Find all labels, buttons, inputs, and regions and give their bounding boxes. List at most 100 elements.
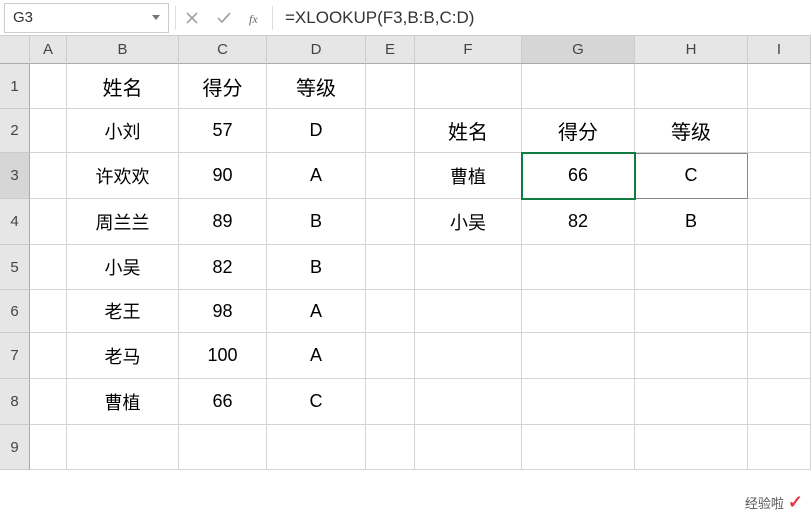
cell-B9[interactable]	[67, 425, 179, 470]
row-header-9[interactable]: 9	[0, 425, 30, 470]
cell-D1[interactable]: 等级	[267, 64, 366, 109]
cell-B3[interactable]: 许欢欢	[67, 153, 179, 199]
cell-H3[interactable]: C	[635, 153, 748, 199]
cell-I2[interactable]	[748, 109, 811, 153]
cell-F6[interactable]	[415, 290, 522, 333]
cell-G9[interactable]	[522, 425, 635, 470]
cell-I7[interactable]	[748, 333, 811, 379]
cell-G1[interactable]	[522, 64, 635, 109]
cell-B2[interactable]: 小刘	[67, 109, 179, 153]
cell-G6[interactable]	[522, 290, 635, 333]
cell-D4[interactable]: B	[267, 199, 366, 245]
cell-D6[interactable]: A	[267, 290, 366, 333]
col-header-G[interactable]: G	[522, 36, 635, 64]
cell-D5[interactable]: B	[267, 245, 366, 290]
fx-icon[interactable]: fx	[246, 8, 266, 28]
row-header-4[interactable]: 4	[0, 199, 30, 245]
cell-H4[interactable]: B	[635, 199, 748, 245]
cell-D8[interactable]: C	[267, 379, 366, 425]
cell-A2[interactable]	[30, 109, 67, 153]
col-header-I[interactable]: I	[748, 36, 811, 64]
cell-G5[interactable]	[522, 245, 635, 290]
cell-H1[interactable]	[635, 64, 748, 109]
cell-H8[interactable]	[635, 379, 748, 425]
cell-C2[interactable]: 57	[179, 109, 267, 153]
cell-B6[interactable]: 老王	[67, 290, 179, 333]
cell-B1[interactable]: 姓名	[67, 64, 179, 109]
cell-I8[interactable]	[748, 379, 811, 425]
row-header-8[interactable]: 8	[0, 379, 30, 425]
row-header-7[interactable]: 7	[0, 333, 30, 379]
cell-E3[interactable]	[366, 153, 415, 199]
cell-H7[interactable]	[635, 333, 748, 379]
cell-C5[interactable]: 82	[179, 245, 267, 290]
cell-A1[interactable]	[30, 64, 67, 109]
cell-A7[interactable]	[30, 333, 67, 379]
cell-I1[interactable]	[748, 64, 811, 109]
cell-A5[interactable]	[30, 245, 67, 290]
cell-F5[interactable]	[415, 245, 522, 290]
cell-A6[interactable]	[30, 290, 67, 333]
check-icon[interactable]	[214, 8, 234, 28]
cell-H9[interactable]	[635, 425, 748, 470]
cell-I6[interactable]	[748, 290, 811, 333]
cell-F7[interactable]	[415, 333, 522, 379]
cell-B7[interactable]: 老马	[67, 333, 179, 379]
cell-F2[interactable]: 姓名	[415, 109, 522, 153]
cell-D3[interactable]: A	[267, 153, 366, 199]
chevron-down-icon[interactable]	[152, 15, 160, 20]
cell-C8[interactable]: 66	[179, 379, 267, 425]
select-all-corner[interactable]	[0, 36, 30, 64]
cell-C9[interactable]	[179, 425, 267, 470]
row-header-2[interactable]: 2	[0, 109, 30, 153]
cell-F8[interactable]	[415, 379, 522, 425]
name-box[interactable]: G3	[4, 3, 169, 33]
cell-C7[interactable]: 100	[179, 333, 267, 379]
cell-C3[interactable]: 90	[179, 153, 267, 199]
cell-D7[interactable]: A	[267, 333, 366, 379]
cell-E6[interactable]	[366, 290, 415, 333]
cell-I5[interactable]	[748, 245, 811, 290]
cell-I3[interactable]	[748, 153, 811, 199]
col-header-C[interactable]: C	[179, 36, 267, 64]
cell-G8[interactable]	[522, 379, 635, 425]
cell-E1[interactable]	[366, 64, 415, 109]
cell-D9[interactable]	[267, 425, 366, 470]
cell-F4[interactable]: 小吴	[415, 199, 522, 245]
cell-B8[interactable]: 曹植	[67, 379, 179, 425]
cell-I4[interactable]	[748, 199, 811, 245]
cell-H5[interactable]	[635, 245, 748, 290]
cell-G3[interactable]: 66	[522, 153, 635, 199]
cell-G4[interactable]: 82	[522, 199, 635, 245]
col-header-E[interactable]: E	[366, 36, 415, 64]
cell-H2[interactable]: 等级	[635, 109, 748, 153]
cell-C4[interactable]: 89	[179, 199, 267, 245]
col-header-D[interactable]: D	[267, 36, 366, 64]
cancel-icon[interactable]	[182, 8, 202, 28]
cell-C6[interactable]: 98	[179, 290, 267, 333]
col-header-B[interactable]: B	[67, 36, 179, 64]
cell-E2[interactable]	[366, 109, 415, 153]
cell-F3[interactable]: 曹植	[415, 153, 522, 199]
cell-F1[interactable]	[415, 64, 522, 109]
cell-C1[interactable]: 得分	[179, 64, 267, 109]
cell-E8[interactable]	[366, 379, 415, 425]
col-header-F[interactable]: F	[415, 36, 522, 64]
cell-B5[interactable]: 小吴	[67, 245, 179, 290]
row-header-5[interactable]: 5	[0, 245, 30, 290]
col-header-A[interactable]: A	[30, 36, 67, 64]
cell-E7[interactable]	[366, 333, 415, 379]
cell-G7[interactable]	[522, 333, 635, 379]
row-header-6[interactable]: 6	[0, 290, 30, 333]
cell-E4[interactable]	[366, 199, 415, 245]
cell-E5[interactable]	[366, 245, 415, 290]
cell-A4[interactable]	[30, 199, 67, 245]
cell-I9[interactable]	[748, 425, 811, 470]
cell-A3[interactable]	[30, 153, 67, 199]
col-header-H[interactable]: H	[635, 36, 748, 64]
row-header-3[interactable]: 3	[0, 153, 30, 199]
cell-G2[interactable]: 得分	[522, 109, 635, 153]
cell-D2[interactable]: D	[267, 109, 366, 153]
cell-B4[interactable]: 周兰兰	[67, 199, 179, 245]
row-header-1[interactable]: 1	[0, 64, 30, 109]
